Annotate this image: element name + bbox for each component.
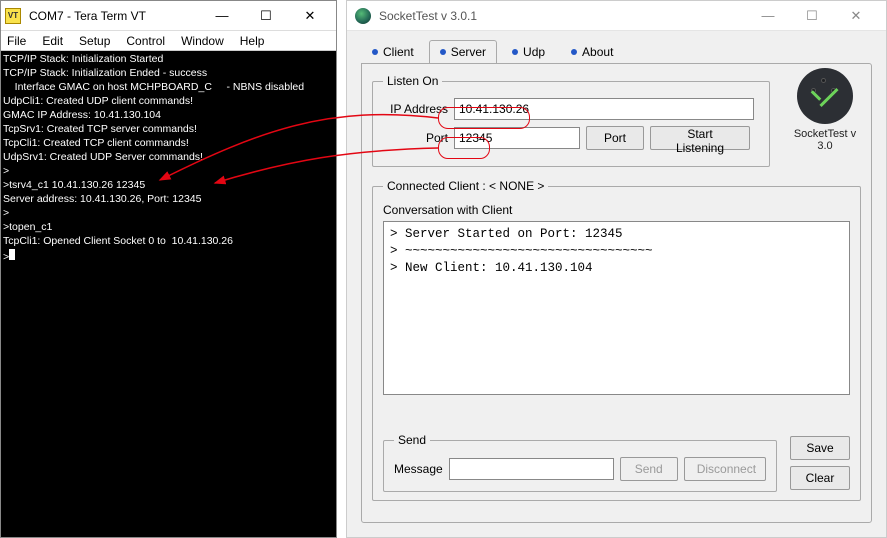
minimize-button[interactable]: — — [200, 2, 244, 30]
conversation-textarea[interactable]: > Server Started on Port: 12345 > ~~~~~~… — [383, 221, 850, 395]
ip-input[interactable] — [454, 98, 754, 120]
send-group: Send Message Send Disconnect — [383, 433, 777, 492]
sockettest-window: SocketTest v 3.0.1 — ☐ ✕ Client Server U… — [346, 0, 887, 538]
tab-bar: Client Server Udp About — [361, 39, 872, 63]
tab-label: Server — [451, 45, 486, 59]
menu-file[interactable]: File — [7, 34, 26, 48]
maximize-button[interactable]: ☐ — [790, 2, 834, 30]
logo-icon — [797, 68, 853, 124]
menu-edit[interactable]: Edit — [42, 34, 63, 48]
port-input[interactable] — [454, 127, 580, 149]
port-button[interactable]: Port — [586, 126, 644, 150]
menu-window[interactable]: Window — [181, 34, 224, 48]
connected-client-group: Connected Client : < NONE > Conversation… — [372, 179, 861, 501]
bullet-icon — [571, 49, 577, 55]
close-button[interactable]: ✕ — [288, 2, 332, 30]
conversation-label: Conversation with Client — [383, 203, 850, 217]
teraterm-titlebar[interactable]: VT COM7 - Tera Term VT — ☐ ✕ — [1, 1, 336, 31]
logo-caption: SocketTest v 3.0 — [785, 128, 865, 152]
tab-server[interactable]: Server — [429, 40, 497, 64]
teraterm-title: COM7 - Tera Term VT — [29, 9, 200, 23]
start-listening-button[interactable]: Start Listening — [650, 126, 750, 150]
message-input[interactable] — [449, 458, 614, 480]
terminal-text: TCP/IP Stack: Initialization Started TCP… — [3, 53, 304, 263]
sockettest-title: SocketTest v 3.0.1 — [379, 9, 746, 23]
tab-about[interactable]: About — [560, 40, 624, 64]
teraterm-window: VT COM7 - Tera Term VT — ☐ ✕ File Edit S… — [0, 0, 337, 538]
bullet-icon — [372, 49, 378, 55]
listen-on-group: Listen On IP Address Port Port Start Lis… — [372, 74, 770, 167]
bullet-icon — [440, 49, 446, 55]
tab-label: About — [582, 45, 613, 59]
maximize-button[interactable]: ☐ — [244, 2, 288, 30]
sockettest-titlebar[interactable]: SocketTest v 3.0.1 — ☐ ✕ — [347, 1, 886, 31]
teraterm-menubar: File Edit Setup Control Window Help — [1, 31, 336, 51]
terminal-cursor — [9, 249, 15, 260]
tab-udp[interactable]: Udp — [501, 40, 556, 64]
sockettest-app-icon — [355, 8, 371, 24]
sockettest-logo: SocketTest v 3.0 — [785, 68, 865, 152]
sockettest-body: Client Server Udp About SocketTest v 3.0… — [347, 31, 886, 537]
terminal-output[interactable]: TCP/IP Stack: Initialization Started TCP… — [1, 51, 336, 537]
tab-label: Client — [383, 45, 414, 59]
menu-setup[interactable]: Setup — [79, 34, 110, 48]
save-button[interactable]: Save — [790, 436, 850, 460]
ip-label: IP Address — [383, 102, 448, 116]
bullet-icon — [512, 49, 518, 55]
menu-control[interactable]: Control — [126, 34, 165, 48]
teraterm-app-icon: VT — [5, 8, 21, 24]
minimize-button[interactable]: — — [746, 2, 790, 30]
tab-client[interactable]: Client — [361, 40, 425, 64]
menu-help[interactable]: Help — [240, 34, 265, 48]
close-button[interactable]: ✕ — [834, 2, 878, 30]
connected-client-legend: Connected Client : < NONE > — [383, 179, 548, 193]
send-legend: Send — [394, 433, 430, 447]
server-tab-panel: SocketTest v 3.0 Listen On IP Address Po… — [361, 63, 872, 523]
tab-label: Udp — [523, 45, 545, 59]
port-label: Port — [383, 131, 448, 145]
clear-button[interactable]: Clear — [790, 466, 850, 490]
disconnect-button[interactable]: Disconnect — [684, 457, 766, 481]
message-label: Message — [394, 462, 443, 476]
send-button[interactable]: Send — [620, 457, 678, 481]
listen-on-legend: Listen On — [383, 74, 442, 88]
